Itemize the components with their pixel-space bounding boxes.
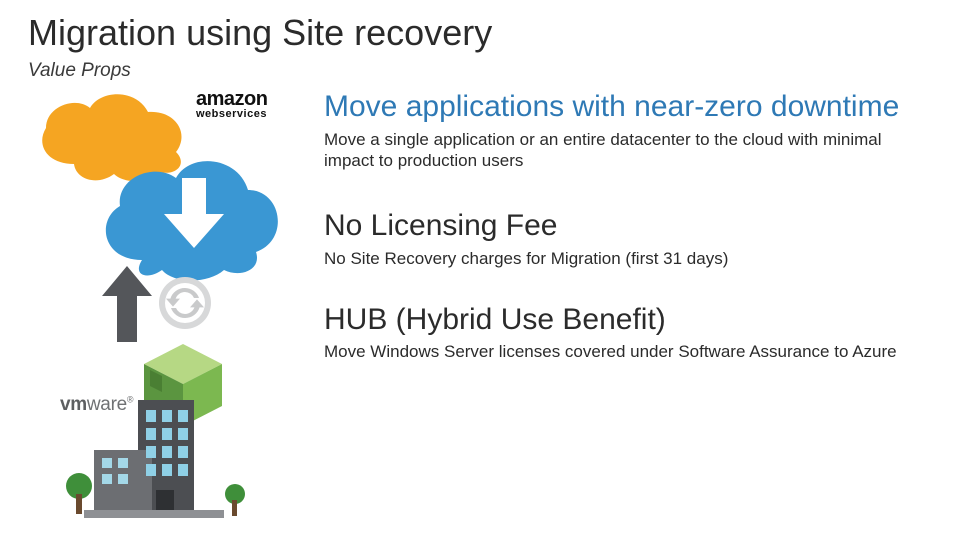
vmware-logo-part2: ware bbox=[87, 394, 127, 415]
block-body: Move Windows Server licenses covered und… bbox=[324, 341, 932, 362]
block-heading: No Licensing Fee bbox=[324, 209, 932, 244]
block-body: No Site Recovery charges for Migration (… bbox=[324, 248, 932, 269]
blue-cloud-icon bbox=[90, 142, 290, 282]
block-heading: HUB (Hybrid Use Benefit) bbox=[324, 303, 932, 338]
vmware-logo-tm: ® bbox=[127, 395, 133, 405]
tree-icon bbox=[224, 484, 246, 518]
value-prop-block: HUB (Hybrid Use Benefit) Move Windows Se… bbox=[324, 303, 932, 363]
value-prop-block: Move applications with near-zero downtim… bbox=[324, 90, 932, 171]
text-column: Move applications with near-zero downtim… bbox=[324, 90, 932, 387]
block-heading: Move applications with near-zero downtim… bbox=[324, 90, 932, 125]
sync-icon bbox=[158, 276, 212, 330]
vmware-logo-part1: vm bbox=[60, 394, 87, 415]
page-title: Migration using Site recovery bbox=[0, 0, 960, 56]
aws-logo-line1: amazon bbox=[196, 90, 267, 108]
content-area: amazon webservices bbox=[0, 62, 960, 540]
vmware-logo: vmware® bbox=[60, 394, 133, 416]
value-prop-block: No Licensing Fee No Site Recovery charge… bbox=[324, 209, 932, 269]
aws-logo-line2: webservices bbox=[196, 108, 267, 120]
block-body: Move a single application or an entire d… bbox=[324, 129, 932, 172]
aws-logo: amazon webservices bbox=[196, 90, 267, 120]
tree-icon bbox=[64, 472, 94, 516]
